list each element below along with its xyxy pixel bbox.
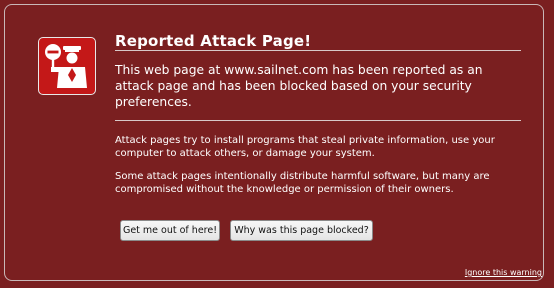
- title-divider: [115, 50, 521, 51]
- ignore-warning-link[interactable]: Ignore this warning: [465, 268, 542, 277]
- police-officer-icon: [38, 37, 96, 95]
- message-divider: [115, 120, 521, 121]
- why-blocked-button[interactable]: Why was this page blocked?: [230, 220, 373, 241]
- page-title: Reported Attack Page!: [115, 32, 312, 50]
- explanation-text-2: Some attack pages intentionally distribu…: [115, 171, 490, 195]
- get-me-out-button[interactable]: Get me out of here!: [120, 220, 220, 241]
- attack-page: Reported Attack Page! This web page at w…: [0, 0, 554, 288]
- explanation-text: Attack pages try to install programs tha…: [115, 135, 495, 159]
- warning-message: This web page at www.sailnet.com has bee…: [115, 63, 483, 109]
